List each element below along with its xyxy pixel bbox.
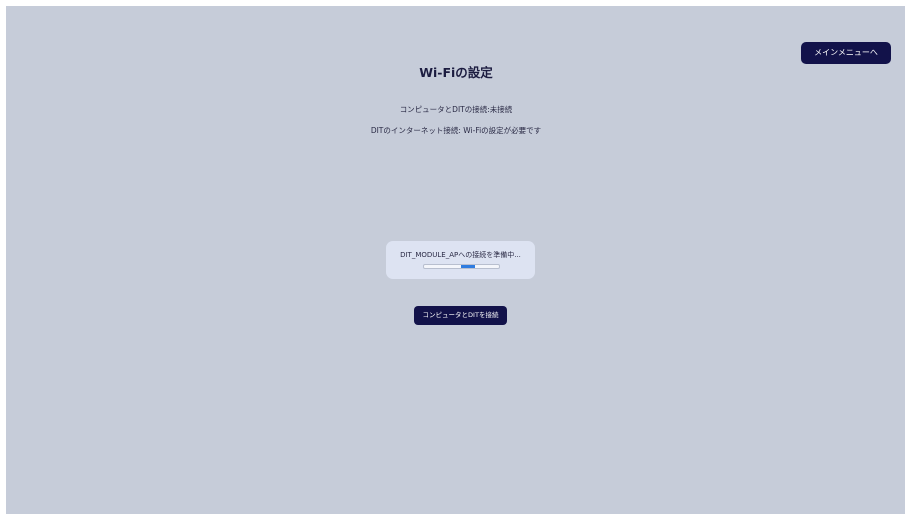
dit-internet-connection-status: DITのインターネット接続: Wi-Fiの設定が必要です [370, 126, 542, 135]
app-window: メインメニューへ Wi-Fiの設定 コンピュータとDITの接続:未接続 DITの… [6, 6, 905, 514]
connection-progress-card: DIT_MODULE_APへの接続を準備中... [386, 241, 535, 279]
connection-progress-message: DIT_MODULE_APへの接続を準備中... [400, 251, 521, 259]
progress-bar-fill [461, 265, 475, 268]
page-title: Wi-Fiの設定 [419, 65, 493, 80]
progress-bar [423, 264, 500, 269]
connect-computer-dit-button[interactable]: コンピュータとDITを接続 [414, 306, 507, 325]
main-menu-button[interactable]: メインメニューへ [801, 42, 891, 64]
pc-dit-connection-status: コンピュータとDITの接続:未接続 [399, 105, 513, 114]
